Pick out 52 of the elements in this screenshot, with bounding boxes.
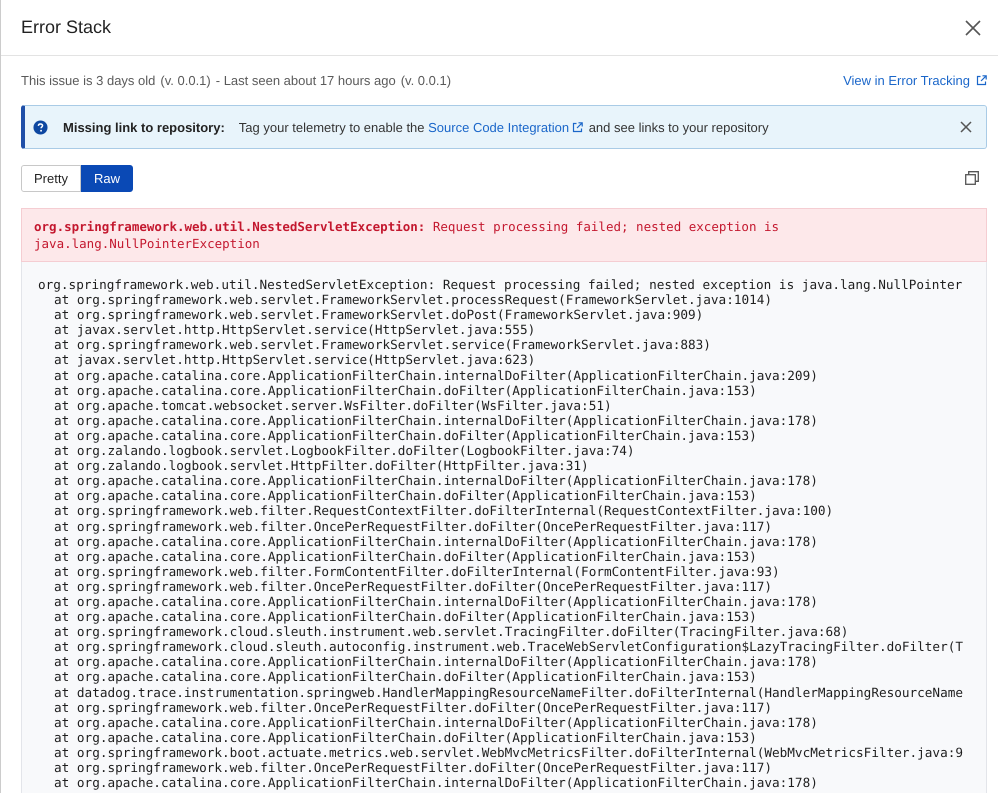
stack-trace-line: at org.springframework.web.filter.OncePerRequestFilter.doFilter(OncePerRequestFilter.java:117) — [53, 578, 772, 594]
external-link-icon — [976, 75, 987, 86]
error-tracking-link[interactable]: View in Error Tracking — [843, 73, 970, 88]
close-icon[interactable] — [965, 20, 981, 36]
banner-message: Tag your telemetry to enable the Source Code Integration and see links to your repository — [238, 120, 769, 134]
stack-trace-line: at org.zalando.logbook.servlet.HttpFilter.doFilter(HttpFilter.java:31) — [53, 458, 590, 474]
stack-trace-line: at org.apache.catalina.core.ApplicationFilterChain.doFilter(ApplicationFilterChain.java:153) — [53, 548, 757, 564]
stack-trace-line: at org.apache.tomcat.websocket.server.WsFilter.doFilter(WsFilter.java:51) — [53, 398, 612, 413]
stack-trace-line: org.springframework.web.util.NestedServletException: Request processing failed; nested exception is java.lang.NullPointer — [38, 277, 964, 292]
stack-trace-line: at org.apache.catalina.core.ApplicationFilterChain.doFilter(ApplicationFilterChain.java:153) — [53, 382, 757, 398]
stack-trace-line: at org.springframework.web.servlet.FrameworkServlet.service(FrameworkServlet.java:883) — [53, 337, 712, 352]
error-message: org.springframework.web.util.NestedServletException: Request processing failed; nested exception is java.lang.NullPointerException — [34, 219, 780, 251]
help-icon — [33, 120, 48, 134]
version-text: (v. 0.0.1) — [400, 73, 452, 88]
view-toggle-tab[interactable]: Raw — [80, 164, 133, 192]
stack-trace-line: at org.springframework.cloud.sleuth.autoconfig.instrument.web.TraceWebServletConfiguration$LazyTracingFilter.doFilter(T — [53, 639, 964, 654]
stack-trace-line: at org.apache.catalina.core.ApplicationFilterChain.doFilter(ApplicationFilterChain.java:153) — [53, 428, 757, 444]
issue-age-text: This issue is 3 days old — [21, 73, 156, 88]
stack-trace-line: at javax.servlet.http.HttpServlet.service(HttpServlet.java:555) — [53, 322, 536, 338]
stack-trace-line: at org.apache.catalina.core.ApplicationFilterChain.internalDoFilter(ApplicationFilterChain.java:178) — [53, 775, 819, 790]
stack-trace-line: at org.apache.catalina.core.ApplicationFilterChain.internalDoFilter(ApplicationFilterChain.java:209) — [53, 368, 819, 383]
stack-trace-line: at org.apache.catalina.core.ApplicationFilterChain.internalDoFilter(ApplicationFilterChain.java:178) — [53, 412, 819, 428]
stack-trace-line: at org.apache.catalina.core.ApplicationFilterChain.internalDoFilter(ApplicationFilterChain.java:178) — [53, 534, 819, 549]
stack-trace-line: at org.apache.catalina.core.ApplicationFilterChain.internalDoFilter(ApplicationFilterChain.java:178) — [53, 654, 819, 670]
stack-trace-line: at org.springframework.web.servlet.FrameworkServlet.processRequest(FrameworkServlet.java:1014) — [53, 292, 774, 308]
stack-trace-line: at org.springframework.cloud.sleuth.instrument.web.servlet.TracingFilter.doFilter(TracingFilter.java:68) — [53, 624, 850, 640]
stack-trace-line: at org.springframework.web.filter.OncePerRequestFilter.doFilter(OncePerRequestFilter.java:117) — [53, 700, 772, 715]
external-link-icon — [572, 122, 584, 132]
stack-trace-line: at org.apache.catalina.core.ApplicationFilterChain.internalDoFilter(ApplicationFilterChain.java:178) — [53, 714, 819, 730]
stack-trace-line: at org.springframework.web.servlet.FrameworkServlet.doPost(FrameworkServlet.java:909) — [53, 307, 704, 322]
stack-trace-line: at org.apache.catalina.core.ApplicationFilterChain.doFilter(ApplicationFilterChain.java:153) — [53, 669, 758, 685]
stack-trace-line: at org.springframework.web.filter.RequestContextFilter.doFilterInternal(RequestContextFilter.java:100) — [53, 503, 834, 518]
close-icon[interactable] — [960, 121, 972, 133]
banner-label: Missing link to repository: — [63, 120, 225, 134]
stack-trace-line: at org.apache.catalina.core.ApplicationFilterChain.doFilter(ApplicationFilterChain.java:153) — [53, 609, 758, 624]
stack-trace-line: at org.apache.catalina.core.ApplicationFilterChain.doFilter(ApplicationFilterChain.java:153) — [53, 730, 757, 745]
version-text: (v. 0.0.1) — [160, 73, 211, 88]
source-code-integration-link[interactable]: Source Code Integration — [428, 120, 570, 134]
window-title: Error Stack — [21, 17, 112, 38]
stack-trace-line: at org.springframework.web.filter.OncePerRequestFilter.doFilter(OncePerRequestFilter.java:117) — [53, 518, 774, 534]
stack-trace-line: at org.springframework.boot.actuate.metrics.web.servlet.WebMvcMetricsFilter.doFilterInternal(WebMvcMetricsFilter.java:9 — [53, 744, 964, 760]
view-toggle-tab[interactable]: Pretty — [21, 164, 81, 192]
stack-trace-line: at org.apache.catalina.core.ApplicationFilterChain.doFilter(ApplicationFilterChain.java:153) — [53, 488, 758, 504]
stack-trace-line: at org.springframework.web.filter.OncePerRequestFilter.doFilter(OncePerRequestFilter.java:117) — [53, 760, 774, 776]
copy-icon[interactable] — [965, 171, 979, 185]
stack-trace-line: at org.springframework.web.filter.FormContentFilter.doFilterInternal(FormContentFilter.java:93) — [53, 564, 781, 579]
stack-trace-line: at javax.servlet.http.HttpServlet.service(HttpServlet.java:623) — [53, 352, 536, 368]
stack-trace-line: at datadog.trace.instrumentation.springweb.HandlerMappingResourceNameFilter.doFilterInternal(HandlerMappingResourceName — [53, 684, 964, 700]
stack-trace-line: at org.apache.catalina.core.ApplicationFilterChain.internalDoFilter(ApplicationFilterChain.java:178) — [53, 473, 819, 488]
stack-trace-line: at org.zalando.logbook.servlet.LogbookFilter.doFilter(LogbookFilter.java:74) — [53, 443, 636, 458]
last-seen-text: - Last seen about 17 hours ago — [216, 73, 396, 88]
stack-trace-line: at org.apache.catalina.core.ApplicationFilterChain.internalDoFilter(ApplicationFilterChain.java:178) — [53, 594, 819, 610]
